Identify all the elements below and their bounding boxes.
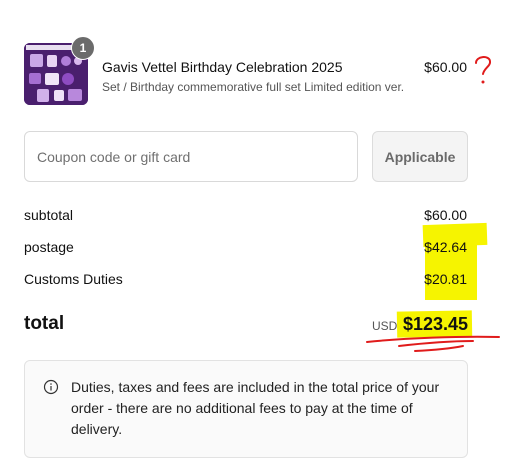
subtotal-label: subtotal [24,207,74,223]
apply-coupon-button[interactable]: Applicable [372,131,468,182]
total-label: total [24,313,65,334]
postage-value: $42.64 [424,239,467,255]
total-amount: $123.45 [403,314,469,334]
customs-duties-value: $20.81 [424,271,467,287]
currency-code: USD [372,319,398,333]
coupon-code-input[interactable] [24,131,358,182]
question-mark-annotation [475,56,492,84]
product-price: $60.00 [424,59,467,75]
product-name: Gavis Vettel Birthday Celebration 2025 [102,59,343,75]
customs-duties-label: Customs Duties [24,271,123,287]
subtotal-value: $60.00 [424,207,467,223]
postage-label: postage [24,239,74,255]
quantity-badge: 1 [71,36,95,60]
underline-annotation [366,335,500,352]
info-icon [43,379,59,395]
product-variant: Set / Birthday commemorative full set Li… [102,80,405,94]
product-thumbnail-wrap: 1 [24,36,95,105]
duties-notice-text: Duties, taxes and fees are included in t… [71,379,440,437]
